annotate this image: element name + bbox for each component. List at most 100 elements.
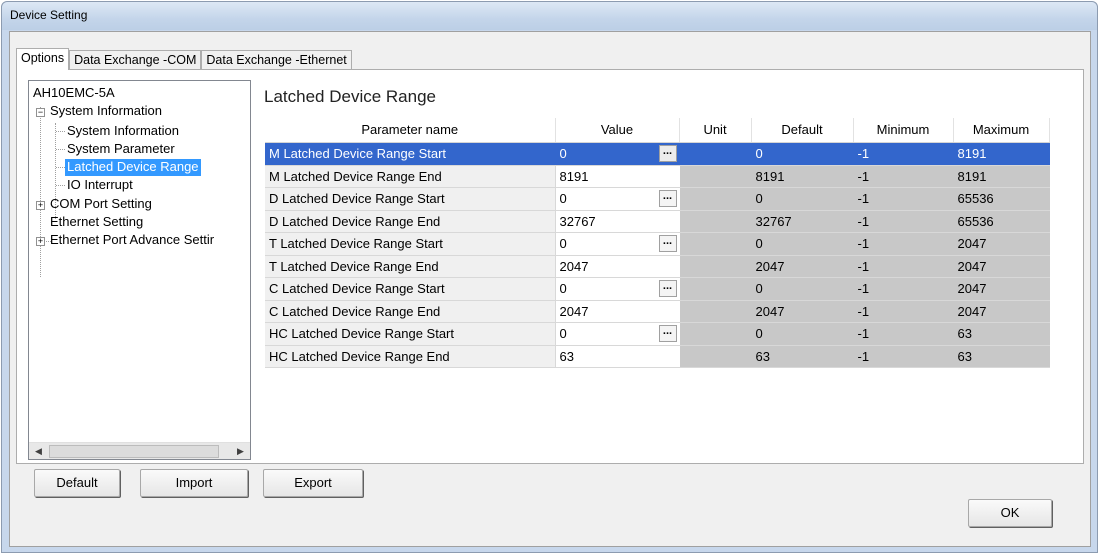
scroll-right-icon[interactable]: ▶ [232, 444, 249, 459]
value-cell[interactable]: 0... [555, 187, 680, 211]
ellipsis-button[interactable]: ... [658, 189, 677, 207]
maximum-cell: 2047 [953, 277, 1050, 301]
section-title: Latched Device Range [264, 87, 437, 106]
settings-tree[interactable]: AH10EMC-5A − System Information System I… [28, 80, 251, 460]
column-header-unit[interactable]: Unit [679, 118, 752, 143]
column-header-maximum[interactable]: Maximum [953, 118, 1050, 143]
minimum-cell: -1 [853, 345, 954, 368]
ok-button[interactable]: OK [968, 499, 1052, 527]
table-row[interactable]: D Latched Device Range End 32767 32767 -… [265, 210, 1050, 233]
tree-item-system-parameter[interactable]: System Parameter [67, 141, 175, 158]
table-row[interactable]: M Latched Device Range Start 0... 0 -1 8… [265, 142, 1050, 166]
ellipsis-button[interactable]: ... [658, 144, 677, 162]
maximum-cell: 65536 [953, 187, 1050, 211]
default-cell: 0 [751, 187, 854, 211]
ellipsis-button[interactable]: ... [658, 279, 677, 297]
tree-connector-line [40, 107, 41, 277]
ellipsis-button[interactable]: ... [658, 324, 677, 342]
parameter-name-cell: D Latched Device Range End [265, 210, 556, 233]
maximum-cell: 2047 [953, 232, 1050, 256]
value-text: 0 [559, 190, 567, 206]
table-row[interactable]: C Latched Device Range Start 0... 0 -1 2… [265, 277, 1050, 301]
parameter-name-cell: T Latched Device Range End [265, 255, 556, 278]
parameter-table: Parameter name Value Unit Default Minimu… [265, 118, 1050, 368]
value-cell[interactable]: 0... [555, 142, 680, 166]
tree-item-latched-device-range[interactable]: Latched Device Range [65, 159, 201, 176]
table-row[interactable]: D Latched Device Range Start 0... 0 -1 6… [265, 187, 1050, 211]
table-row[interactable]: M Latched Device Range End 8191 8191 -1 … [265, 165, 1050, 188]
minimum-cell: -1 [853, 255, 954, 278]
options-tab-panel: AH10EMC-5A − System Information System I… [16, 69, 1084, 464]
maximum-cell: 65536 [953, 210, 1050, 233]
default-cell: 0 [751, 232, 854, 256]
tab-data-exchange-com[interactable]: Data Exchange -COM [69, 50, 202, 70]
export-button[interactable]: Export [263, 469, 363, 497]
value-cell[interactable]: 0... [555, 277, 680, 301]
table-row[interactable]: HC Latched Device Range Start 0... 0 -1 … [265, 322, 1050, 346]
parameter-name-cell: C Latched Device Range Start [265, 277, 556, 301]
table-header-row: Parameter name Value Unit Default Minimu… [265, 118, 1050, 143]
unit-cell [679, 255, 752, 278]
tree-item-io-interrupt[interactable]: IO Interrupt [67, 177, 133, 194]
value-cell[interactable]: 2047 [555, 255, 680, 278]
minimum-cell: -1 [853, 232, 954, 256]
scroll-left-icon[interactable]: ◀ [30, 444, 47, 459]
value-cell[interactable]: 8191 [555, 165, 680, 188]
import-button[interactable]: Import [140, 469, 248, 497]
maximum-cell: 2047 [953, 300, 1050, 323]
default-button[interactable]: Default [34, 469, 120, 497]
default-cell: 2047 [751, 300, 854, 323]
unit-cell [679, 187, 752, 211]
column-header-default[interactable]: Default [751, 118, 854, 143]
default-cell: 8191 [751, 165, 854, 188]
table-row[interactable]: T Latched Device Range End 2047 2047 -1 … [265, 255, 1050, 278]
tab-options[interactable]: Options [16, 48, 70, 70]
value-cell[interactable]: 63 [555, 345, 680, 368]
default-cell: 32767 [751, 210, 854, 233]
expand-icon[interactable]: + [36, 201, 45, 210]
tree-item-root[interactable]: AH10EMC-5A [33, 85, 115, 102]
value-cell[interactable]: 0... [555, 322, 680, 346]
minimum-cell: -1 [853, 277, 954, 301]
tree-connector-line [56, 185, 65, 186]
ellipsis-button[interactable]: ... [658, 234, 677, 252]
scroll-thumb[interactable] [49, 445, 219, 458]
parameter-name-cell: M Latched Device Range Start [265, 142, 556, 166]
unit-cell [679, 277, 752, 301]
value-cell[interactable]: 32767 [555, 210, 680, 233]
tree-item-ethernet-setting[interactable]: Ethernet Setting [50, 214, 143, 231]
maximum-cell: 8191 [953, 165, 1050, 188]
table-row[interactable]: C Latched Device Range End 2047 2047 -1 … [265, 300, 1050, 323]
unit-cell [679, 232, 752, 256]
parameter-grid: Parameter name Value Unit Default Minimu… [265, 118, 1075, 418]
value-text: 0 [559, 145, 567, 161]
expand-icon[interactable]: + [36, 237, 45, 246]
value-text: 0 [559, 280, 567, 296]
maximum-cell: 2047 [953, 255, 1050, 278]
tree-item-system-information-child[interactable]: System Information [67, 123, 179, 140]
unit-cell [679, 142, 752, 166]
minimum-cell: -1 [853, 300, 954, 323]
maximum-cell: 63 [953, 322, 1050, 346]
default-cell: 0 [751, 322, 854, 346]
tab-strip: Options Data Exchange -COM Data Exchange… [16, 48, 352, 70]
parameter-name-cell: M Latched Device Range End [265, 165, 556, 188]
column-header-parameter-name[interactable]: Parameter name [265, 118, 556, 143]
column-header-minimum[interactable]: Minimum [853, 118, 954, 143]
device-setting-window: Device Setting Options Data Exchange -CO… [1, 1, 1098, 553]
unit-cell [679, 345, 752, 368]
title-bar[interactable]: Device Setting [2, 2, 1097, 30]
column-header-value[interactable]: Value [555, 118, 680, 143]
parameter-name-cell: HC Latched Device Range End [265, 345, 556, 368]
value-cell[interactable]: 0... [555, 232, 680, 256]
tree-horizontal-scrollbar[interactable]: ◀ ▶ [29, 442, 250, 459]
tab-data-exchange-ethernet[interactable]: Data Exchange -Ethernet [201, 50, 352, 70]
tree-item-system-information[interactable]: System Information [50, 103, 162, 120]
tree-item-ethernet-port-advance[interactable]: Ethernet Port Advance Settir [50, 232, 214, 249]
table-row[interactable]: HC Latched Device Range End 63 63 -1 63 [265, 345, 1050, 368]
tree-item-com-port-setting[interactable]: COM Port Setting [50, 196, 152, 213]
collapse-icon[interactable]: − [36, 108, 45, 117]
value-cell[interactable]: 2047 [555, 300, 680, 323]
unit-cell [679, 322, 752, 346]
table-row[interactable]: T Latched Device Range Start 0... 0 -1 2… [265, 232, 1050, 256]
